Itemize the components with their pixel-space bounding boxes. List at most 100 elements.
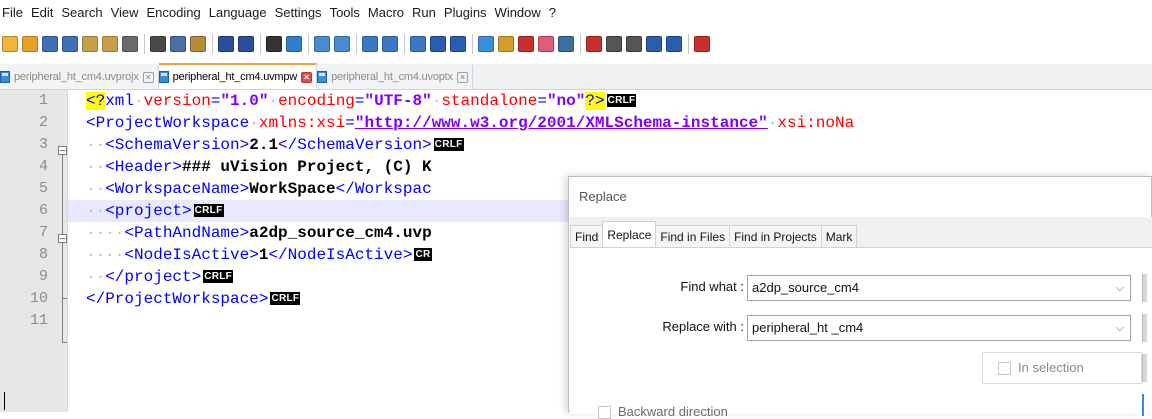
- file-icon: [0, 71, 10, 83]
- menu-settings[interactable]: Settings: [275, 5, 322, 20]
- tab-replace[interactable]: Replace: [602, 221, 657, 247]
- toolbar-separator: [308, 34, 309, 54]
- menu-view[interactable]: View: [111, 5, 139, 20]
- toolbar-separator: [144, 34, 145, 54]
- toolbar-separator: [472, 34, 473, 54]
- in-selection-label: In selection: [1018, 360, 1084, 375]
- zoom-in-icon[interactable]: [314, 36, 330, 52]
- toolbar-separator: [260, 34, 261, 54]
- dialog-body: Find Replace Find in Files Find in Projects…: [570, 217, 1152, 419]
- code-line-7: ····<PathAndName>a2dp_source_cm4.uvp: [86, 224, 432, 242]
- fold-line: [62, 243, 63, 299]
- undo-icon[interactable]: [218, 36, 234, 52]
- play-macro-icon[interactable]: [626, 36, 642, 52]
- menu-plugins[interactable]: Plugins: [444, 5, 487, 20]
- file-tab-label: peripheral_ht_cm4.uvprojx: [14, 71, 139, 83]
- word-wrap-icon[interactable]: [410, 36, 426, 52]
- close-all-icon[interactable]: [102, 36, 118, 52]
- toolbar-separator: [356, 34, 357, 54]
- menu-file[interactable]: File: [2, 5, 23, 20]
- spell-check-icon[interactable]: [694, 36, 710, 52]
- fold-collapse-icon[interactable]: [58, 234, 67, 243]
- redo-icon[interactable]: [238, 36, 254, 52]
- code-line-3: ··<SchemaVersion>2.1</SchemaVersion> CRLF: [86, 136, 464, 154]
- print-icon[interactable]: [122, 36, 138, 52]
- chevron-down-icon[interactable]: ⌵: [1116, 316, 1124, 340]
- find-icon[interactable]: [266, 36, 282, 52]
- function-list-icon[interactable]: [518, 36, 534, 52]
- replace-icon[interactable]: [286, 36, 302, 52]
- line-number: 4: [38, 158, 48, 175]
- crlf-marker: CR: [414, 248, 432, 261]
- fold-collapse-icon[interactable]: [58, 146, 67, 155]
- folder-workspace-icon[interactable]: [538, 36, 554, 52]
- crlf-marker: CRLF: [433, 138, 464, 151]
- file-icon: [317, 71, 328, 83]
- run-macro-multiple-icon[interactable]: [646, 36, 662, 52]
- record-macro-icon[interactable]: [586, 36, 602, 52]
- line-number: 1: [38, 92, 48, 109]
- menu-tools[interactable]: Tools: [330, 5, 360, 20]
- indent-guide-icon[interactable]: [450, 36, 466, 52]
- zoom-out-icon[interactable]: [334, 36, 350, 52]
- line-number: 7: [38, 224, 48, 241]
- toolbar-separator: [688, 34, 689, 54]
- menu-run[interactable]: Run: [412, 5, 436, 20]
- new-file-icon[interactable]: [2, 36, 18, 52]
- find-next-button-edge[interactable]: [1142, 274, 1147, 302]
- paste-icon[interactable]: [190, 36, 206, 52]
- sync-v-icon[interactable]: [362, 36, 378, 52]
- toolbar-separator: [404, 34, 405, 54]
- open-file-icon[interactable]: [22, 36, 38, 52]
- sync-h-icon[interactable]: [382, 36, 398, 52]
- tab-find-in-files[interactable]: Find in Files: [655, 225, 731, 247]
- replace-button-edge[interactable]: [1142, 314, 1147, 342]
- stop-macro-icon[interactable]: [606, 36, 622, 52]
- replace-all-button-edge[interactable]: [1142, 354, 1147, 382]
- tab-find-in-projects[interactable]: Find in Projects: [729, 225, 822, 247]
- close-tab-icon[interactable]: ×: [142, 71, 154, 83]
- line-number: 8: [38, 246, 48, 263]
- chevron-down-icon[interactable]: ⌵: [1116, 276, 1124, 300]
- copy-icon[interactable]: [170, 36, 186, 52]
- close-icon[interactable]: [82, 36, 98, 52]
- backward-direction-checkbox[interactable]: [598, 406, 611, 419]
- menu-language[interactable]: Language: [209, 5, 267, 20]
- replace-with-input[interactable]: peripheral_ht _cm4 ⌵: [747, 315, 1131, 341]
- fold-line: [62, 155, 63, 223]
- tab-mark[interactable]: Mark: [820, 225, 858, 247]
- doc-map-icon[interactable]: [498, 36, 514, 52]
- menu-edit[interactable]: Edit: [31, 5, 53, 20]
- menu-search[interactable]: Search: [61, 5, 102, 20]
- save-icon[interactable]: [42, 36, 58, 52]
- file-tab-label: peripheral_ht_cm4.uvoptx: [331, 71, 453, 83]
- find-what-input[interactable]: a2dp_source_cm4 ⌵: [747, 275, 1131, 301]
- menu-bar: File Edit Search View Encoding Language Settin…: [0, 0, 1152, 24]
- save-all-icon[interactable]: [62, 36, 78, 52]
- toolbar-separator: [212, 34, 213, 54]
- dialog-title: Replace: [579, 189, 627, 204]
- monitor-icon[interactable]: [558, 36, 574, 52]
- close-tab-icon[interactable]: ×: [456, 71, 468, 83]
- file-tab-label: peripheral_ht_cm4.uvmpw: [172, 71, 298, 83]
- replace-dialog[interactable]: Replace Find Replace Find in Files Find in …: [568, 176, 1152, 419]
- save-macro-icon[interactable]: [666, 36, 682, 52]
- menu-window[interactable]: Window: [495, 5, 541, 20]
- dialog-tabs: Find Replace Find in Files Find in Projects…: [570, 221, 858, 247]
- file-tab[interactable]: peripheral_ht_cm4.uvoptx ×: [317, 65, 473, 89]
- menu-encoding[interactable]: Encoding: [147, 5, 201, 20]
- file-tab[interactable]: peripheral_ht_cm4.uvmpw ×: [158, 63, 318, 89]
- code-line-4: ··<Header>### uVision Project, (C) K: [86, 158, 432, 176]
- cut-icon[interactable]: [150, 36, 166, 52]
- udl-icon[interactable]: [478, 36, 494, 52]
- menu-help[interactable]: ?: [549, 5, 556, 20]
- menu-macro[interactable]: Macro: [368, 5, 404, 20]
- close-tab-icon[interactable]: ×: [301, 71, 313, 83]
- crlf-marker: CRLF: [606, 94, 637, 107]
- code-line-9: ··</project> CRLF: [86, 268, 234, 286]
- in-selection-checkbox[interactable]: [998, 362, 1011, 375]
- show-all-chars-icon[interactable]: [430, 36, 446, 52]
- line-number: 10: [29, 290, 48, 307]
- file-tab[interactable]: peripheral_ht_cm4.uvprojx ×: [0, 65, 159, 89]
- tab-find[interactable]: Find: [570, 225, 604, 247]
